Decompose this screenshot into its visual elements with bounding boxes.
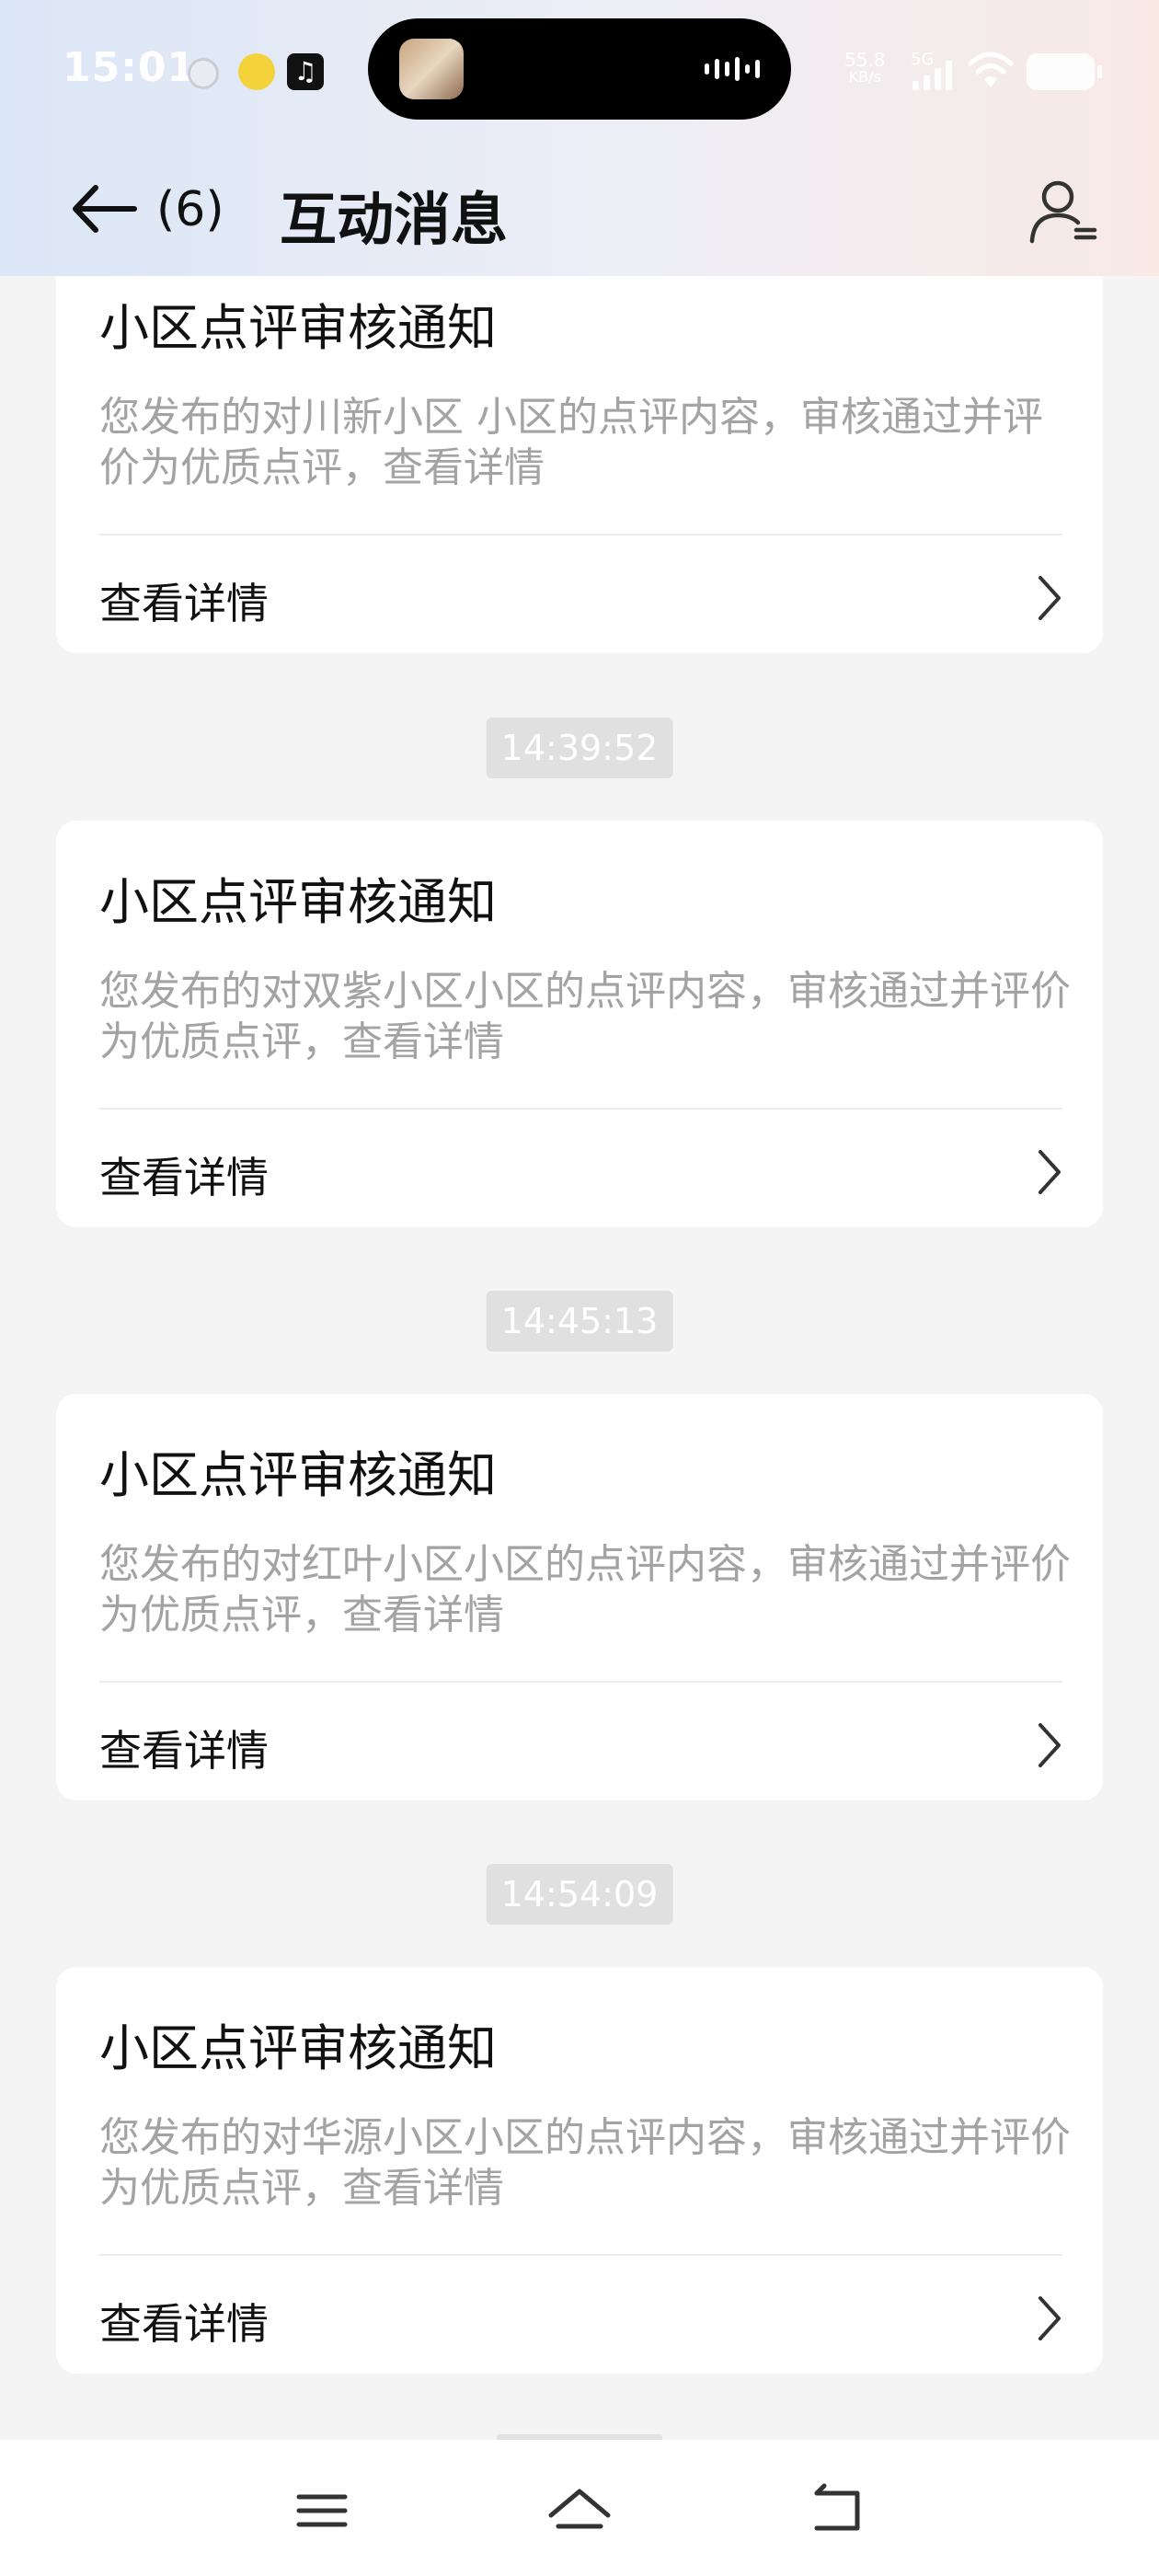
- view-details-link[interactable]: 查看详情: [99, 570, 269, 631]
- network-speed-unit: KB/s: [848, 68, 881, 86]
- card-divider: [99, 534, 1062, 535]
- card-title: 小区点评审核通知: [99, 299, 497, 357]
- message-card[interactable]: 小区点评审核通知 您发布的对红叶小区小区的点评内容，审核通过并评价为优质点评，查…: [56, 1394, 1103, 1800]
- music-app-notification-icon: [238, 53, 275, 90]
- timestamp-badge: 14:45:13: [486, 1291, 673, 1351]
- page-title: 互动消息: [280, 186, 509, 253]
- message-list[interactable]: 小区点评审核通知 您发布的对川新小区 小区的点评内容，审核通过并评价为优质点评，…: [0, 276, 1159, 2438]
- message-card[interactable]: 小区点评审核通知 您发布的对双紫小区小区的点评内容，审核通过并评价为优质点评，查…: [56, 821, 1103, 1227]
- card-description: 您发布的对双紫小区小区的点评内容，审核通过并评价为优质点评，查看详情: [99, 968, 1071, 1065]
- network-speed: 55.8 KB/s: [844, 50, 886, 85]
- card-description: 您发布的对红叶小区小区的点评内容，审核通过并评价为优质点评，查看详情: [99, 1541, 1071, 1639]
- dynamic-island[interactable]: [368, 18, 791, 120]
- view-details-link[interactable]: 查看详情: [99, 1144, 269, 1205]
- card-description: 您发布的对华源小区小区的点评内容，审核通过并评价为优质点评，查看详情: [99, 2114, 1071, 2212]
- card-title: 小区点评审核通知: [99, 1446, 497, 1504]
- music-note-notification-icon: ♫: [287, 53, 324, 90]
- wifi-icon: [968, 52, 1014, 87]
- card-divider: [99, 1108, 1062, 1110]
- chevron-right-icon[interactable]: [1029, 1719, 1066, 1771]
- card-description: 您发布的对川新小区 小区的点评内容，审核通过并评价为优质点评，查看详情: [99, 394, 1043, 491]
- message-count: (6): [156, 182, 224, 237]
- return-icon[interactable]: [797, 2469, 879, 2552]
- settings-notification-icon: [188, 58, 219, 89]
- view-details-link[interactable]: 查看详情: [99, 1718, 269, 1778]
- back-arrow-icon[interactable]: [68, 177, 142, 241]
- home-icon[interactable]: [538, 2469, 621, 2552]
- view-details-link[interactable]: 查看详情: [99, 2291, 269, 2352]
- timestamp-badge: 14:39:52: [486, 718, 673, 778]
- chevron-right-icon[interactable]: [1029, 572, 1066, 624]
- chevron-right-icon[interactable]: [1029, 1146, 1066, 1198]
- cellular-signal-icon: [912, 59, 952, 90]
- battery-icon: [1027, 53, 1102, 90]
- now-playing-thumbnail[interactable]: [399, 39, 464, 99]
- timestamp-badge: 14:54:09: [486, 1864, 673, 1925]
- menu-icon[interactable]: [281, 2469, 363, 2552]
- card-title: 小区点评审核通知: [99, 2019, 497, 2077]
- user-settings-icon[interactable]: [1027, 175, 1100, 248]
- message-card[interactable]: 小区点评审核通知 您发布的对华源小区小区的点评内容，审核通过并评价为优质点评，查…: [56, 1967, 1103, 2374]
- card-title: 小区点评审核通知: [99, 873, 497, 931]
- audio-wave-icon: [705, 57, 760, 81]
- chevron-right-icon[interactable]: [1029, 2293, 1066, 2344]
- system-navigation-bar: [0, 2440, 1159, 2576]
- card-divider: [99, 1681, 1062, 1683]
- message-card[interactable]: 小区点评审核通知 您发布的对川新小区 小区的点评内容，审核通过并评价为优质点评，…: [56, 276, 1103, 653]
- card-divider: [99, 2254, 1062, 2256]
- status-time: 15:01: [63, 44, 197, 91]
- network-speed-value: 55.8: [844, 49, 886, 71]
